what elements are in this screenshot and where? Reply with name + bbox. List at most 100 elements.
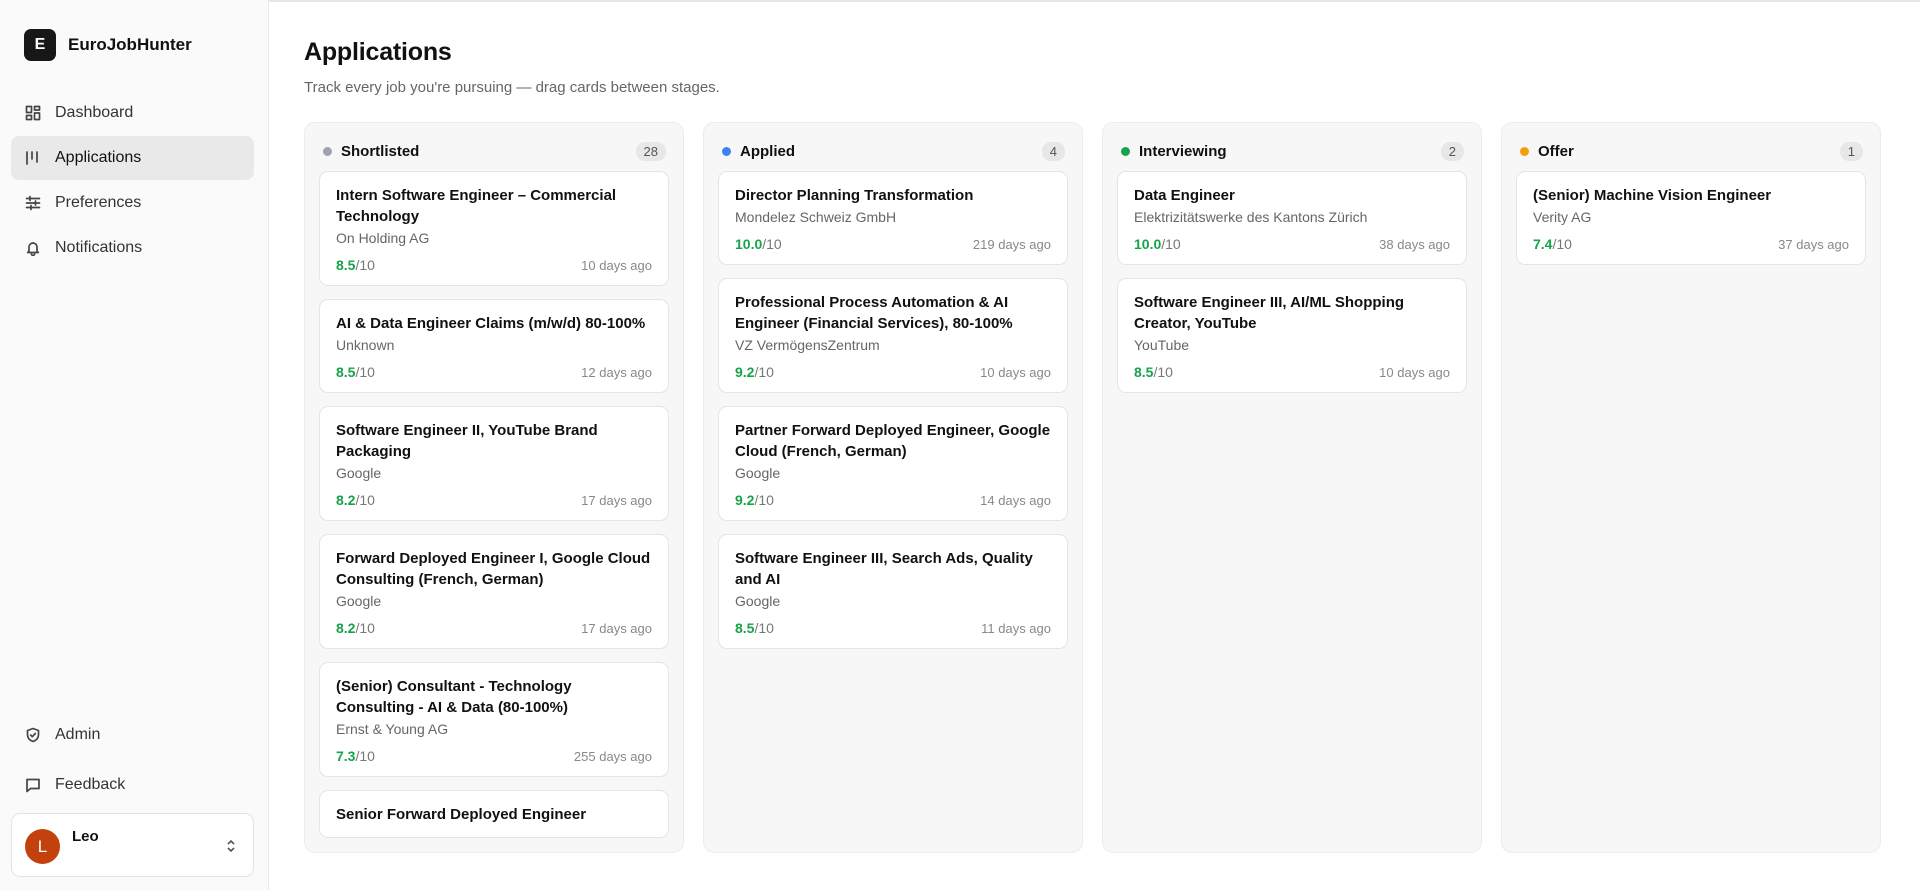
company-name: Google [336, 465, 382, 481]
count-badge: 2 [1440, 141, 1464, 161]
match-score: 8.5/10 [336, 257, 375, 273]
job-card[interactable]: Partner Forward Deployed Engineer, Googl… [718, 406, 1068, 521]
sidebar-item-preferences[interactable]: Preferences [11, 181, 254, 225]
count-badge: 28 [635, 141, 666, 161]
user-menu[interactable]: L Leo [11, 813, 254, 877]
posted-age: 10 days ago [980, 364, 1051, 380]
posted-age: 38 days ago [1379, 236, 1450, 252]
posted-age: 10 days ago [1379, 364, 1450, 380]
company-name: Google [735, 593, 781, 609]
job-card[interactable]: Forward Deployed Engineer I, Google Clou… [319, 534, 669, 649]
sidebar-item-label: Admin [55, 726, 101, 743]
score-value: 8.2 [336, 492, 356, 508]
job-card[interactable]: AI & Data Engineer Claims (m/w/d) 80-100… [319, 299, 669, 393]
job-title: Partner Forward Deployed Engineer, Googl… [735, 422, 1051, 460]
shield-icon [25, 727, 41, 743]
job-title: Director Planning Transformation [735, 187, 974, 204]
posted-age: 17 days ago [581, 620, 652, 636]
job-title: Intern Software Engineer – Commercial Te… [336, 187, 617, 225]
company-name: Verity AG [1533, 209, 1592, 225]
job-card[interactable]: Professional Process Automation & AI Eng… [718, 278, 1068, 393]
company-name: Google [336, 593, 382, 609]
column-shortlisted[interactable]: Shortlisted 28 Intern Software Engineer – … [304, 122, 684, 853]
score-value: 7.4 [1533, 236, 1553, 252]
chevron-up-down-icon [225, 838, 237, 854]
sidebar-item-notifications[interactable]: Notifications [11, 226, 254, 270]
score-suffix: /10 [762, 236, 782, 252]
job-card[interactable]: Software Engineer III, Search Ads, Quali… [718, 534, 1068, 649]
stage-dot-icon [323, 146, 332, 156]
sidebar-item-applications[interactable]: Applications [11, 136, 254, 180]
page-subtitle: Track every job you're pursuing — drag c… [304, 79, 720, 96]
sidebar-item-feedback[interactable]: Feedback [11, 763, 254, 807]
job-card[interactable]: (Senior) Consultant - Technology Consult… [319, 662, 669, 777]
card-footer: 8.2/10 17 days ago [336, 620, 652, 636]
column-header: Interviewing 2 [1117, 136, 1467, 166]
company-name: VZ VermögensZentrum [735, 337, 880, 353]
sidebar-bottom-nav: Admin Feedback [11, 713, 254, 813]
job-card[interactable]: (Senior) Machine Vision Engineer Verity A… [1516, 171, 1866, 265]
company-name: Google [735, 465, 781, 481]
card-footer: 10.0/10 38 days ago [1134, 236, 1450, 252]
score-value: 8.5 [735, 620, 755, 636]
company-name: YouTube [1134, 337, 1190, 353]
score-value: 10.0 [1134, 236, 1162, 252]
match-score: 10.0/10 [1134, 236, 1181, 252]
brand[interactable]: E EuroJobHunter [24, 29, 192, 61]
sidebar: E EuroJobHunter Dashboard Applications P… [0, 0, 269, 890]
sidebar-item-dashboard[interactable]: Dashboard [11, 91, 254, 135]
job-title: (Senior) Machine Vision Engineer [1533, 187, 1772, 204]
page-title: Applications [304, 38, 452, 66]
match-score: 8.5/10 [735, 620, 774, 636]
card-footer: 9.2/10 10 days ago [735, 364, 1051, 380]
score-suffix: /10 [355, 620, 375, 636]
match-score: 8.5/10 [1134, 364, 1173, 380]
dashboard-icon [25, 105, 41, 121]
count-badge: 4 [1041, 141, 1065, 161]
job-card[interactable]: Software Engineer III, AI/ML Shopping Cr… [1117, 278, 1467, 393]
card-footer: 8.5/10 11 days ago [735, 620, 1051, 636]
sidebar-nav: Dashboard Applications Preferences Notif… [11, 91, 254, 271]
bell-icon [25, 240, 41, 256]
job-title: Software Engineer II, YouTube Brand Pack… [336, 422, 598, 460]
posted-age: 255 days ago [573, 748, 652, 764]
score-value: 8.2 [336, 620, 356, 636]
job-card[interactable]: Director Planning Transformation Mondelez… [718, 171, 1068, 265]
column-offer[interactable]: Offer 1 (Senior) Machine Vision Engineer Ve… [1501, 122, 1881, 853]
count-badge: 1 [1839, 141, 1863, 161]
company-name: Ernst & Young AG [336, 721, 449, 737]
column-interviewing[interactable]: Interviewing 2 Data Engineer Elektrizitätsw… [1102, 122, 1482, 853]
card-footer: 7.3/10 255 days ago [336, 748, 652, 764]
match-score: 7.4/10 [1533, 236, 1572, 252]
sidebar-item-label: Preferences [55, 194, 142, 211]
kanban-board: Shortlisted 28 Intern Software Engineer – … [304, 122, 1881, 853]
match-score: 8.5/10 [336, 364, 375, 380]
posted-age: 17 days ago [581, 492, 652, 508]
sidebar-item-label: Feedback [55, 776, 126, 793]
score-value: 8.5 [1134, 364, 1154, 380]
match-score: 9.2/10 [735, 492, 774, 508]
job-title: Software Engineer III, Search Ads, Quali… [735, 550, 1033, 588]
job-title: Forward Deployed Engineer I, Google Clou… [336, 550, 651, 588]
sidebar-item-label: Applications [55, 149, 142, 166]
match-score: 10.0/10 [735, 236, 782, 252]
stage-dot-icon [1520, 146, 1529, 156]
score-suffix: /10 [754, 364, 774, 380]
job-card[interactable]: Software Engineer II, YouTube Brand Pack… [319, 406, 669, 521]
score-suffix: /10 [355, 748, 375, 764]
sidebar-item-admin[interactable]: Admin [11, 713, 254, 757]
job-card[interactable]: Senior Forward Deployed Engineer [319, 790, 669, 838]
job-title: Senior Forward Deployed Engineer [336, 806, 587, 823]
main-content: Applications Track every job you're purs… [269, 0, 1920, 890]
column-title: Interviewing [1139, 142, 1227, 160]
posted-age: 219 days ago [972, 236, 1051, 252]
avatar: L [25, 829, 60, 864]
match-score: 7.3/10 [336, 748, 375, 764]
column-applied[interactable]: Applied 4 Director Planning Transformation… [703, 122, 1083, 853]
job-card[interactable]: Data Engineer Elektrizitätswerke des Kant… [1117, 171, 1467, 265]
job-card[interactable]: Intern Software Engineer – Commercial Te… [319, 171, 669, 286]
column-header: Offer 1 [1516, 136, 1866, 166]
score-value: 8.5 [336, 257, 356, 273]
job-title: Software Engineer III, AI/ML Shopping Cr… [1134, 294, 1405, 332]
card-footer: 8.5/10 10 days ago [336, 257, 652, 273]
